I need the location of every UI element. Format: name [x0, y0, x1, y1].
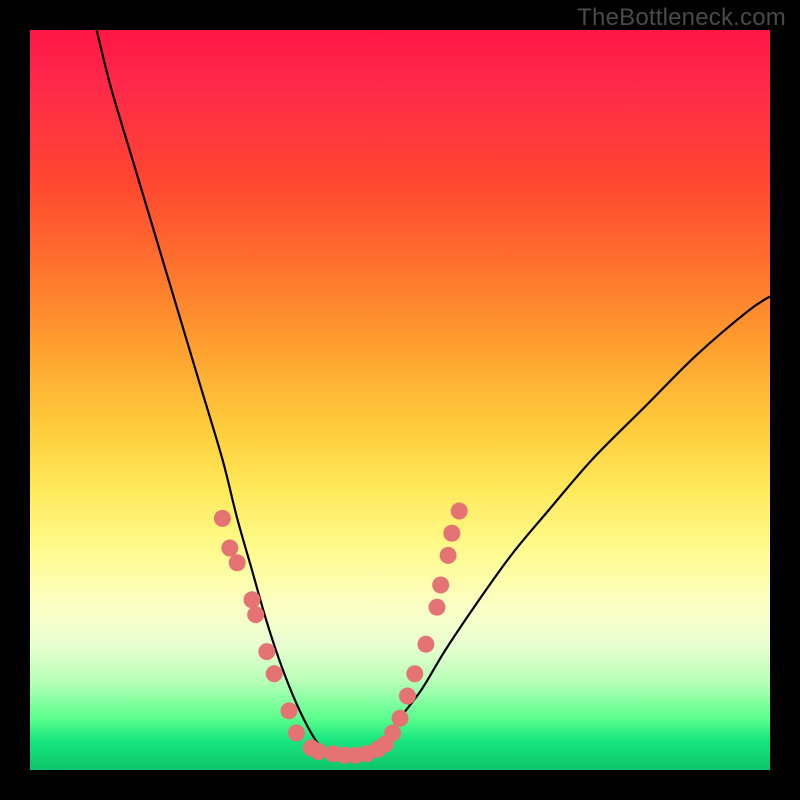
data-point	[451, 503, 468, 520]
data-point	[281, 702, 298, 719]
curve-layer	[30, 30, 770, 770]
left-curve	[97, 30, 326, 755]
data-point	[417, 636, 434, 653]
data-point	[432, 577, 449, 594]
data-point	[384, 725, 401, 742]
data-point	[392, 710, 409, 727]
data-point	[399, 688, 416, 705]
data-point	[247, 606, 264, 623]
data-point	[429, 599, 446, 616]
data-point	[258, 643, 275, 660]
data-point	[221, 540, 238, 557]
data-point	[244, 591, 261, 608]
scatter-points	[214, 503, 468, 764]
chart-frame: TheBottleneck.com	[0, 0, 800, 800]
data-point	[443, 525, 460, 542]
data-point	[266, 665, 283, 682]
data-point	[406, 665, 423, 682]
data-point	[214, 510, 231, 527]
data-point	[310, 743, 327, 760]
right-curve	[370, 296, 770, 755]
watermark-text: TheBottleneck.com	[577, 4, 786, 32]
data-point	[229, 554, 246, 571]
data-point	[288, 725, 305, 742]
plot-area	[30, 30, 770, 770]
data-point	[440, 547, 457, 564]
